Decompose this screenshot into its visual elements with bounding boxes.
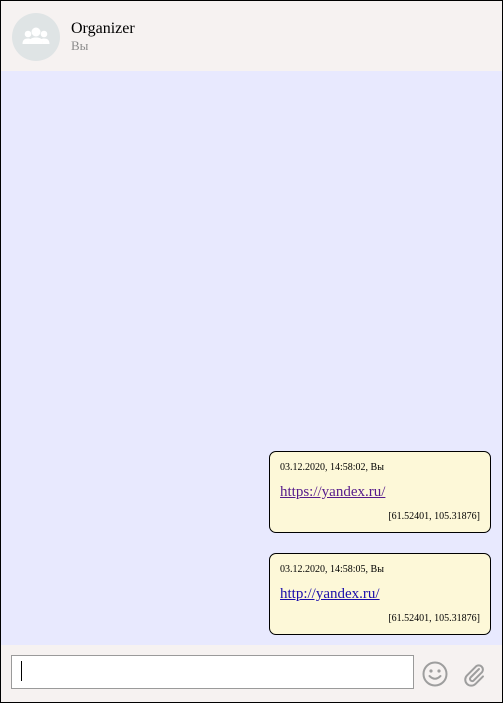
text-caret [21,661,22,681]
emoji-button[interactable] [421,660,449,688]
chat-window: Organizer Вы 03.12.2020, 14:58:02, Вы ht… [0,0,503,703]
chat-subtitle: Вы [71,38,89,53]
group-icon [22,27,50,44]
message-bubble: 03.12.2020, 14:58:05, Вы http://yandex.r… [269,553,491,635]
chat-header: Organizer Вы [1,1,502,71]
attach-button[interactable] [459,660,487,688]
composer [1,645,502,702]
message-input[interactable] [11,655,414,689]
chat-title: Organizer [71,20,135,37]
group-avatar[interactable] [12,13,60,61]
smiley-icon [422,661,448,687]
message-link[interactable]: http://yandex.ru/ [280,586,380,603]
message-bubble: 03.12.2020, 14:58:02, Вы https://yandex.… [269,451,491,533]
message-list[interactable]: 03.12.2020, 14:58:02, Вы https://yandex.… [1,71,502,645]
message-coordinates: [61.52401, 105.31876] [388,613,480,624]
message-meta: 03.12.2020, 14:58:02, Вы [280,462,384,473]
message-meta: 03.12.2020, 14:58:05, Вы [280,564,384,575]
message-link[interactable]: https://yandex.ru/ [280,484,385,501]
message-coordinates: [61.52401, 105.31876] [388,511,480,522]
paperclip-icon [464,664,484,687]
